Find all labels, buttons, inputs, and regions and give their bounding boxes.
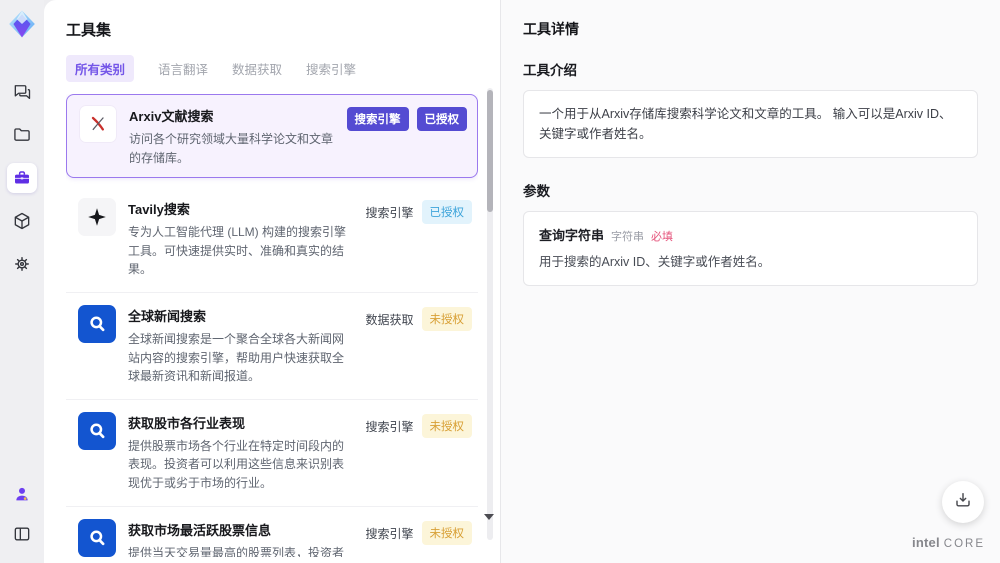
folder-icon <box>12 125 32 145</box>
intro-card: 一个用于从Arxiv存储库搜索科学论文和文章的工具。 输入可以是Arxiv ID… <box>523 90 978 158</box>
tool-list-item[interactable]: Tavily搜索专为人工智能代理 (LLM) 构建的搜索引擎工具。可快速提供实时… <box>66 186 478 293</box>
rail-item-toolbox[interactable] <box>7 163 37 193</box>
tool-list-item[interactable]: 获取股市各行业表现提供股票市场各个行业在特定时间段内的表现。投资者可以利用这些信… <box>66 399 478 507</box>
tool-list: Arxiv文献搜索 访问各个研究领域大量科学论文和文章的存储库。 搜索引擎 已授权 Ta… <box>66 94 478 557</box>
cube-icon <box>12 211 32 231</box>
tool-name: Tavily搜索 <box>128 202 190 218</box>
app-window: 工具集 所有类别 语言翻译 数据获取 搜索引擎 Arxiv文献搜索 访问各个研究领域大量… <box>0 0 1000 563</box>
tool-name: 获取股市各行业表现 <box>128 415 246 431</box>
tool-description: 访问各个研究领域大量科学论文和文章的存储库。 <box>129 132 334 165</box>
category-tag: 搜索引擎 <box>365 526 414 541</box>
tool-body: 全球新闻搜索全球新闻搜索是一个聚合全球各大新闻网站内容的搜索引擎，帮助用户快速获… <box>128 305 353 386</box>
tab-0[interactable]: 所有类别 <box>66 55 135 82</box>
tool-body: Tavily搜索专为人工智能代理 (LLM) 构建的搜索引擎工具。可快速提供实时… <box>128 198 353 279</box>
tool-description: 提供当天交易量最高的股票列表，投资者可以利用这些信息来识别流动性强的股票和潜在的… <box>128 545 345 557</box>
category-tag: 搜索引擎 <box>365 206 414 221</box>
arxiv-icon <box>79 105 117 143</box>
rail-nav <box>7 77 37 279</box>
tool-name: 全球新闻搜索 <box>128 308 207 324</box>
tool-list-item[interactable]: 获取市场最活跃股票信息提供当天交易量最高的股票列表，投资者可以利用这些信息来识别… <box>66 506 478 557</box>
category-tag: 数据获取 <box>365 312 414 327</box>
params-heading: 参数 <box>523 184 550 199</box>
param-row: 查询字符串 字符串 必填用于搜索的Arxiv ID、关键字或作者姓名。 <box>539 225 962 272</box>
auth-badge: 未授权 <box>421 413 472 438</box>
diamond-logo <box>7 9 37 39</box>
rail-item-cube[interactable] <box>7 206 37 236</box>
tool-description: 全球新闻搜索是一个聚合全球各大新闻网站内容的搜索引擎，帮助用户快速获取全球最新资… <box>128 331 345 384</box>
scrollbar-thumb[interactable] <box>487 90 493 212</box>
tool-list-item[interactable]: Arxiv文献搜索访问各个研究领域大量科学论文和文章的存储库。 搜索引擎 已授权 <box>66 94 478 179</box>
user-icon <box>12 484 32 504</box>
settings-icon <box>12 254 32 274</box>
download-button[interactable] <box>942 481 984 523</box>
tool-body: 获取市场最活跃股票信息提供当天交易量最高的股票列表，投资者可以利用这些信息来识别… <box>128 519 353 557</box>
tab-3[interactable]: 搜索引擎 <box>306 59 356 78</box>
search-app-icon <box>78 518 116 557</box>
download-icon <box>953 490 973 515</box>
auth-badge: 未授权 <box>421 306 472 331</box>
param-required: 必填 <box>651 231 674 243</box>
tool-meta: 搜索引擎 未授权 <box>365 412 472 493</box>
tool-meta: 搜索引擎 已授权 <box>346 105 467 167</box>
tool-body: Arxiv文献搜索访问各个研究领域大量科学论文和文章的存储库。 <box>129 105 335 167</box>
tool-description: 提供股票市场各个行业在特定时间段内的表现。投资者可以利用这些信息来识别表现优于或… <box>128 438 345 490</box>
rail-bottom <box>7 479 37 549</box>
param-head: 查询字符串 字符串 必填 <box>539 225 962 244</box>
category-tag: 搜索引擎 <box>346 107 409 131</box>
core-wordmark: CORE <box>943 538 985 550</box>
chat-icon <box>12 82 32 102</box>
intro-heading: 工具介绍 <box>523 63 577 78</box>
search-app-icon <box>78 304 116 343</box>
tool-body: 获取股市各行业表现提供股票市场各个行业在特定时间段内的表现。投资者可以利用这些信… <box>128 412 353 493</box>
list-scrollbar[interactable] <box>484 88 494 540</box>
tool-name: Arxiv文献搜索 <box>129 109 214 124</box>
rail-item-user[interactable] <box>7 479 37 509</box>
left-rail <box>0 0 44 563</box>
tool-meta: 搜索引擎 未授权 <box>365 519 472 557</box>
param-name: 查询字符串 <box>539 228 605 243</box>
category-tag: 搜索引擎 <box>365 419 414 434</box>
panel-toggle-icon <box>12 524 32 544</box>
auth-badge: 已授权 <box>421 200 472 225</box>
rail-item-folder[interactable] <box>7 120 37 150</box>
rail-item-settings[interactable] <box>7 249 37 279</box>
tool-meta: 数据获取 未授权 <box>365 305 472 386</box>
rail-item-panel-toggle[interactable] <box>7 519 37 549</box>
tab-1[interactable]: 语言翻译 <box>158 59 208 78</box>
intel-core-logo: intel CORE <box>912 535 985 550</box>
page-title: 工具集 <box>66 22 112 39</box>
detail-title: 工具详情 <box>523 21 579 37</box>
tavily-star-icon <box>78 198 116 237</box>
param-description: 用于搜索的Arxiv ID、关键字或作者姓名。 <box>539 255 771 269</box>
rail-item-chat[interactable] <box>7 77 37 107</box>
intel-wordmark: intel <box>912 535 940 550</box>
search-app-icon <box>78 411 116 450</box>
tool-name: 获取市场最活跃股票信息 <box>128 522 272 538</box>
tool-list-item[interactable]: 全球新闻搜索全球新闻搜索是一个聚合全球各大新闻网站内容的搜索引擎，帮助用户快速获… <box>66 292 478 400</box>
tab-2[interactable]: 数据获取 <box>232 59 282 78</box>
param-type: 字符串 <box>611 231 645 243</box>
main-surface: 工具集 所有类别 语言翻译 数据获取 搜索引擎 Arxiv文献搜索 访问各个研究领域大量… <box>44 0 1000 563</box>
scroll-down-caret[interactable] <box>484 514 494 520</box>
tool-detail-pane: 工具详情 工具介绍 一个用于从Arxiv存储库搜索科学论文和文章的工具。 输入可… <box>500 0 1000 563</box>
params-card: 查询字符串 字符串 必填用于搜索的Arxiv ID、关键字或作者姓名。 <box>523 211 978 286</box>
tool-list-pane: 工具集 所有类别 语言翻译 数据获取 搜索引擎 Arxiv文献搜索 访问各个研究领域大量… <box>44 0 500 563</box>
toolbox-icon <box>12 168 32 188</box>
intro-text: 一个用于从Arxiv存储库搜索科学论文和文章的工具。 输入可以是Arxiv ID… <box>539 107 952 141</box>
category-tabs: 所有类别 语言翻译 数据获取 搜索引擎 <box>66 55 478 82</box>
auth-badge: 已授权 <box>416 107 467 131</box>
tool-meta: 搜索引擎 已授权 <box>365 198 472 279</box>
auth-badge: 未授权 <box>421 520 472 545</box>
tool-description: 专为人工智能代理 (LLM) 构建的搜索引擎工具。可快速提供实时、准确和真实的结… <box>128 225 347 277</box>
